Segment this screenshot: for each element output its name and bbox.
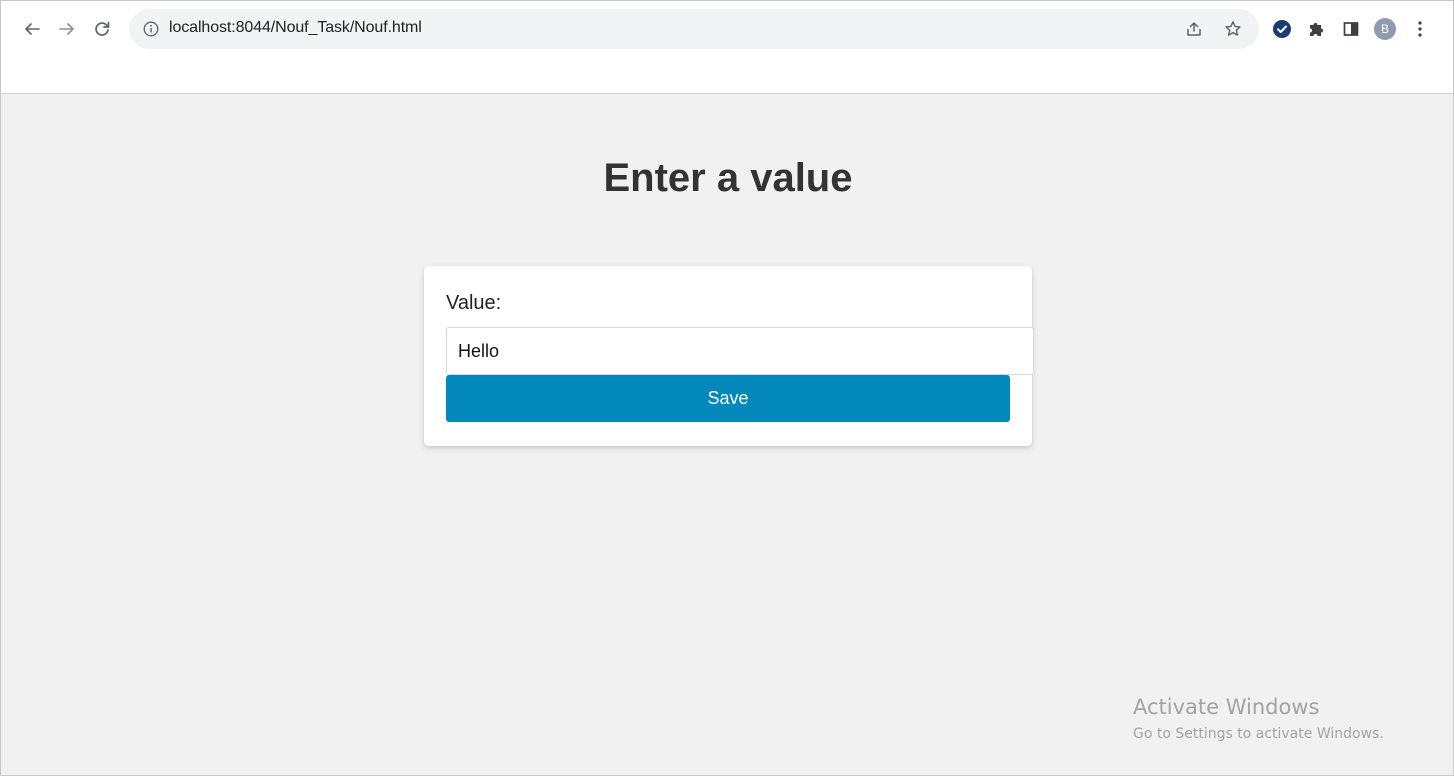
site-info-button[interactable] [141,19,161,39]
value-input[interactable] [446,327,1034,375]
address-bar[interactable]: localhost:8044/Nouf_Task/Nouf.html [129,9,1259,49]
bookmark-button[interactable] [1222,18,1244,40]
arrow-right-icon [59,23,74,35]
save-button[interactable]: Save [446,375,1010,422]
share-icon [1187,22,1201,36]
profile-button[interactable]: B [1373,17,1397,41]
browser-window: localhost:8044/Nouf_Task/Nouf.html B Ent… [0,0,1454,776]
activate-windows-watermark: Activate Windows Go to Settings to activ… [1133,694,1384,746]
check-circle-icon [1273,20,1291,38]
kebab-menu-icon [1418,21,1422,37]
reload-icon [95,21,110,36]
value-label: Value: [446,292,502,314]
info-icon [143,21,159,37]
extensions-button[interactable] [1304,17,1328,41]
arrow-left-icon [25,23,40,35]
watermark-subtitle: Go to Settings to activate Windows. [1133,726,1384,742]
extension-check-button[interactable] [1270,17,1294,41]
share-button[interactable] [1183,18,1205,40]
watermark-title: Activate Windows [1133,695,1320,719]
forward-button[interactable] [53,15,81,43]
url-text[interactable]: localhost:8044/Nouf_Task/Nouf.html [169,19,422,37]
puzzle-icon [1310,23,1323,36]
reload-button[interactable] [88,15,116,43]
browser-toolbar: localhost:8044/Nouf_Task/Nouf.html B [1,1,1453,94]
value-form-card: Value: Save [424,266,1034,446]
side-panel-icon [1343,22,1359,36]
page-viewport: Enter a value Value: Save Activate Windo… [1,94,1453,775]
star-icon [1225,21,1241,36]
avatar: B [1374,18,1396,40]
browser-menu-button[interactable] [1408,17,1432,41]
back-button[interactable] [18,15,46,43]
side-panel-button[interactable] [1339,17,1363,41]
page-title: Enter a value [603,156,853,200]
